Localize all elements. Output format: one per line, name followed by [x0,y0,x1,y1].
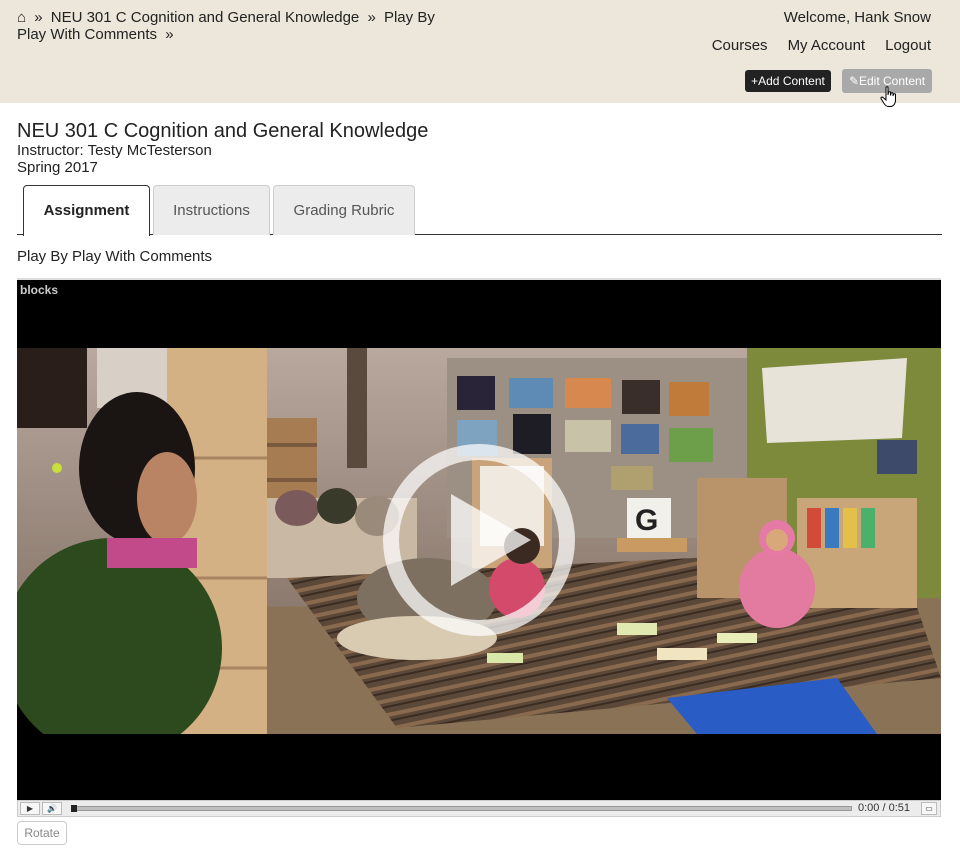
breadcrumb-separator: » [34,9,43,26]
breadcrumb-separator: » [367,9,376,26]
video-label: blocks [20,283,59,297]
top-header: ⌂ » NEU 301 C Cognition and General Know… [0,0,960,107]
course-title: NEU 301 C Cognition and General Knowledg… [17,120,429,142]
nav-logout-link[interactable]: Logout [885,37,931,54]
home-icon[interactable]: ⌂ [17,9,26,26]
progress-track[interactable] [71,806,852,811]
play-overlay-icon[interactable] [381,442,577,638]
add-content-button[interactable]: +Add Content [745,70,831,92]
time-separator: / [882,802,886,814]
current-time: 0:00 [858,802,880,814]
breadcrumb-course-link[interactable]: NEU 301 C Cognition and General Knowledg… [51,9,360,26]
welcome-message: Welcome, Hank Snow [783,9,931,26]
fullscreen-icon[interactable]: ▭ [921,802,937,815]
nav-courses-link[interactable]: Courses [712,37,768,54]
rotate-button[interactable]: Rotate [17,821,67,845]
play-icon[interactable]: ▶ [20,802,40,815]
svg-text:G: G [635,504,658,537]
top-nav: Courses My Account Logout [712,37,931,54]
tab-instructions[interactable]: Instructions [153,185,270,235]
hand-cursor-icon [880,86,896,107]
progress-handle[interactable] [71,805,77,812]
course-term: Spring 2017 [17,159,98,176]
video-player[interactable]: blocks G [17,278,941,800]
instructor-name: Instructor: Testy McTesterson [17,142,212,159]
nav-my-account-link[interactable]: My Account [788,37,866,54]
time-display: 0:00 / 0:51 [858,802,910,815]
assignment-title: Play By Play With Comments [17,248,213,265]
breadcrumb-separator: » [165,26,174,43]
breadcrumb: ⌂ » NEU 301 C Cognition and General Know… [17,9,437,43]
volume-icon[interactable]: 🔊 [42,802,62,815]
duration: 0:51 [888,802,911,814]
tab-grading-rubric[interactable]: Grading Rubric [273,185,415,235]
tab-assignment[interactable]: Assignment [23,185,150,236]
video-controls: ▶ 🔊 0:00 / 0:51 ▭ [17,800,941,817]
